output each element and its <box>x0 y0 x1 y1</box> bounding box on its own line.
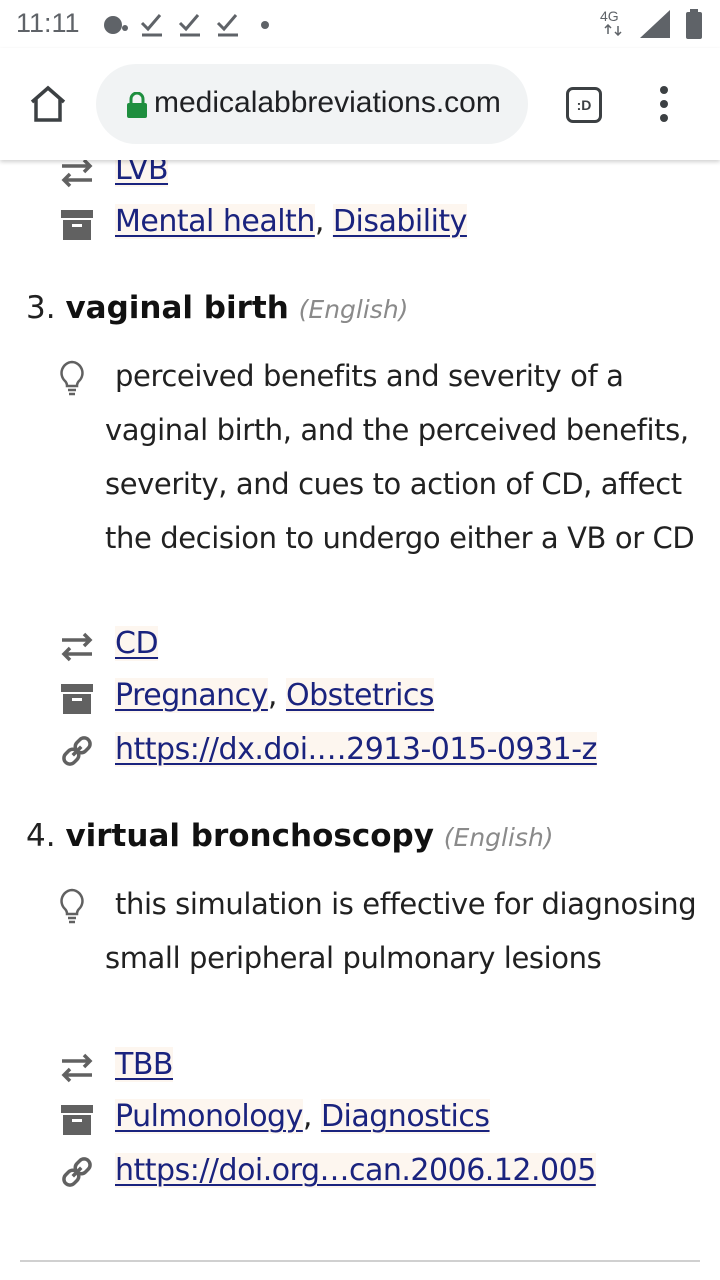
dot-icon <box>261 21 269 29</box>
archive-box-icon <box>61 684 93 714</box>
entry-number: 4. <box>26 818 56 854</box>
category-links: Pulmonology, Diagnostics <box>115 1099 490 1134</box>
link-icon <box>62 736 92 766</box>
address-bar[interactable]: medicalabbreviations.com <box>96 64 528 144</box>
category-link[interactable]: Obstetrics <box>285 678 435 713</box>
abbr-link[interactable]: CD <box>115 626 159 661</box>
swap-arrows-icon <box>61 1053 93 1083</box>
link-icon <box>62 1157 92 1187</box>
category-link[interactable]: Disability <box>332 204 467 239</box>
swap-arrows-icon <box>61 160 93 188</box>
category-link[interactable]: Pregnancy <box>115 678 268 713</box>
category-links: Pregnancy, Obstetrics <box>115 678 435 713</box>
status-time: 11:11 <box>16 8 80 38</box>
category-link[interactable]: Diagnostics <box>320 1099 490 1134</box>
archive-box-icon <box>61 210 93 240</box>
swap-arrows-icon <box>61 632 93 662</box>
browser-toolbar: medicalabbreviations.com :D <box>0 48 720 160</box>
network-type: 4G <box>600 8 619 24</box>
notification-icons <box>104 14 269 37</box>
divider <box>20 1260 700 1262</box>
entry-term: virtual bronchoscopy <box>65 818 434 854</box>
check-icon <box>140 14 238 37</box>
category-links: Mental health, Disability <box>115 204 467 239</box>
lightbulb-icon <box>60 360 84 396</box>
entry-heading: 4. virtual bronchoscopy (English) <box>26 818 554 854</box>
abbr-link[interactable]: LVB <box>115 160 169 187</box>
archive-box-icon <box>61 1105 93 1135</box>
more-options-icon[interactable] <box>650 84 678 124</box>
battery-icon <box>686 9 702 39</box>
abbr-link[interactable]: TBB <box>115 1047 174 1082</box>
lock-icon <box>127 92 147 118</box>
chat-bubble-icon <box>104 16 128 34</box>
entry-heading: 3. vaginal birth (English) <box>26 290 408 326</box>
lightbulb-icon <box>60 888 84 924</box>
entry-language: (English) <box>298 295 409 324</box>
signal-icon <box>640 10 670 38</box>
entry-description: this simulation is effective for diagnos… <box>105 887 697 975</box>
url-text[interactable]: medicalabbreviations.com <box>154 86 512 122</box>
home-icon[interactable] <box>24 80 72 128</box>
status-bar: 11:11 4G <box>0 0 720 48</box>
page-content: LVB Mental health, Disability 3. vaginal… <box>0 160 720 1280</box>
category-link[interactable]: Pulmonology <box>115 1099 303 1134</box>
data-arrows-icon <box>604 24 622 36</box>
category-link[interactable]: Mental health <box>115 204 315 239</box>
entry-language: (English) <box>443 823 554 852</box>
entry-term: vaginal birth <box>65 290 289 326</box>
entry-description: perceived benefits and severity of a vag… <box>105 359 695 555</box>
entry-number: 3. <box>26 290 56 326</box>
source-link[interactable]: https://doi.org…can.2006.12.005 <box>115 1153 596 1188</box>
tab-switcher-button[interactable]: :D <box>566 87 602 123</box>
source-link[interactable]: https://dx.doi.…2913-015-0931-z <box>115 732 597 767</box>
